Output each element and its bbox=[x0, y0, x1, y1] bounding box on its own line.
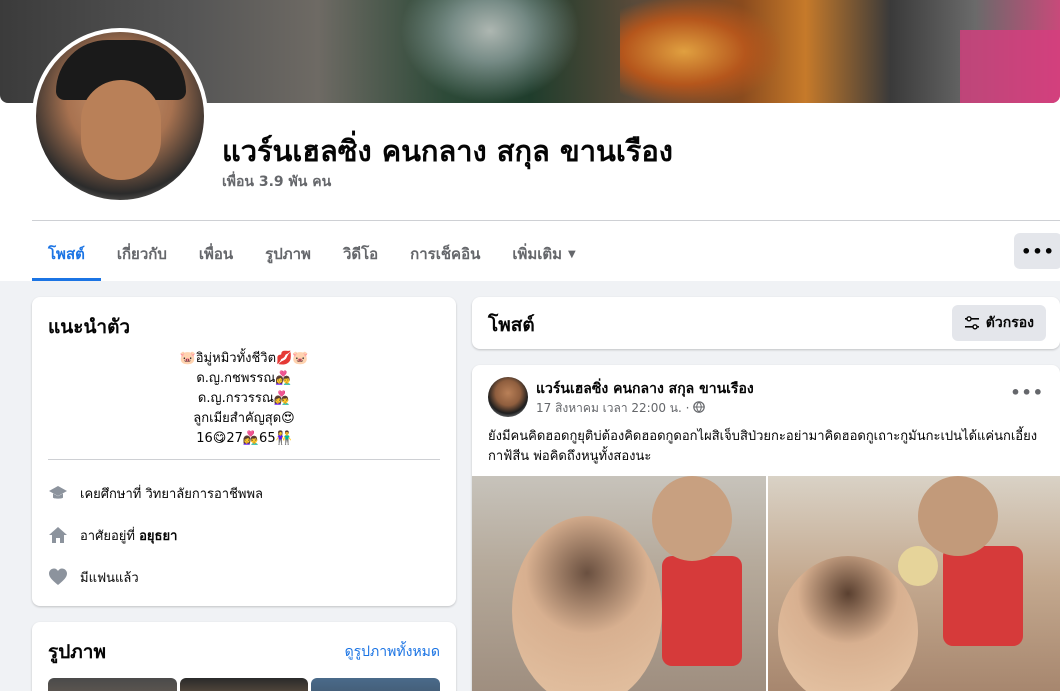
post-meta: 17 สิงหาคม เวลา 22:00 น. · bbox=[536, 399, 706, 418]
tab-more-label: เพิ่มเติม bbox=[512, 245, 563, 263]
bio-line: ด.ญ.กชพรรณ👩‍❤️‍👨 bbox=[196, 371, 292, 386]
bio-line: 🐷อิมู่หมิวทั้งชีวิต💋🐷 bbox=[179, 351, 309, 366]
profile-name: แวร์นเฮลซิ่ง คนกลาง สกุล ขานเรือง bbox=[222, 134, 673, 168]
see-all-photos-link[interactable]: ดูรูปภาพทั้งหมด bbox=[345, 641, 440, 663]
filter-button[interactable]: ตัวกรอง bbox=[951, 305, 1046, 341]
tab-friends-label: เพื่อน bbox=[198, 245, 234, 263]
photo-thumbnail[interactable] bbox=[179, 678, 309, 691]
bio-line: ลูกเมียสำคัญสุด😍 bbox=[193, 411, 295, 426]
tab-videos[interactable]: วิดีโอ bbox=[327, 230, 394, 278]
relationship-row: มีแฟนแล้ว bbox=[48, 565, 139, 589]
education-row: เคยศึกษาที่ วิทยาลัยการอาชีพพล bbox=[48, 481, 263, 505]
filter-label: ตัวกรอง bbox=[985, 315, 1034, 331]
bio-line: ด.ญ.กรวรรณ👩‍❤️‍👨 bbox=[197, 391, 291, 406]
tab-posts-label: โพสต์ bbox=[48, 245, 85, 263]
more-options-button[interactable]: ••• bbox=[1014, 233, 1060, 269]
filter-icon bbox=[964, 316, 979, 330]
tab-checkins-label: การเช็คอิน bbox=[410, 245, 481, 263]
profile-header: แวร์นเฮลซิ่ง คนกลาง สกุล ขานเรือง เพื่อน… bbox=[0, 0, 1060, 281]
tab-about-label: เกี่ยวกับ bbox=[116, 245, 167, 263]
tab-photos-label: รูปภาพ bbox=[265, 245, 311, 263]
bio-line: 16😋27👩‍❤️‍👨65👫 bbox=[196, 431, 292, 446]
relationship-status: มีแฟนแล้ว bbox=[80, 570, 139, 586]
intro-card: แนะนำตัว 🐷อิมู่หมิวทั้งชีวิต💋🐷 ด.ญ.กชพรร… bbox=[32, 297, 456, 606]
tab-more[interactable]: เพิ่มเติม ▼ bbox=[496, 230, 591, 278]
tab-photos[interactable]: รูปภาพ bbox=[249, 230, 327, 278]
post-author-avatar[interactable] bbox=[488, 377, 528, 417]
posts-header-card: โพสต์ ตัวกรอง bbox=[472, 297, 1060, 349]
heart-icon bbox=[48, 567, 68, 587]
post-photo[interactable] bbox=[472, 476, 766, 691]
post-text: ยังมีคนคิดฮอดกูยุติบ่ต้องคิดฮอดกูดอกไผสิ… bbox=[488, 429, 1038, 464]
profile-avatar[interactable] bbox=[32, 28, 208, 204]
globe-icon bbox=[693, 401, 706, 416]
photos-title: รูปภาพ bbox=[48, 641, 106, 663]
post-author-name[interactable]: แวร์นเฮลซิ่ง คนกลาง สกุล ขานเรือง bbox=[536, 378, 754, 400]
tab-posts[interactable]: โพสต์ bbox=[32, 230, 101, 281]
education-prefix: เคยศึกษาที่ bbox=[80, 486, 142, 502]
tab-friends[interactable]: เพื่อน bbox=[183, 230, 249, 278]
tab-checkins[interactable]: การเช็คอิน bbox=[394, 230, 496, 278]
post-photo[interactable] bbox=[768, 476, 1060, 691]
tab-about[interactable]: เกี่ยวกับ bbox=[101, 230, 183, 278]
education-place[interactable]: วิทยาลัยการอาชีพพล bbox=[145, 483, 263, 504]
location-prefix: อาศัยอยู่ที่ bbox=[80, 528, 135, 544]
home-icon bbox=[48, 525, 68, 545]
posts-title: โพสต์ bbox=[488, 314, 535, 336]
photo-thumbnails bbox=[48, 678, 441, 691]
photos-card: รูปภาพ ดูรูปภาพทั้งหมด bbox=[32, 622, 456, 691]
photo-thumbnail[interactable] bbox=[311, 678, 441, 691]
post-timestamp[interactable]: 17 สิงหาคม เวลา 22:00 น. · bbox=[536, 399, 689, 418]
header-divider bbox=[32, 220, 1060, 221]
post-options-button[interactable]: ••• bbox=[1010, 383, 1044, 402]
tab-videos-label: วิดีโอ bbox=[342, 245, 379, 263]
profile-tabs: โพสต์ เกี่ยวกับ เพื่อน รูปภาพ วิดีโอ การ… bbox=[32, 230, 592, 282]
friends-count[interactable]: เพื่อน 3.9 พัน คน bbox=[222, 171, 331, 193]
location-place[interactable]: อยุธยา bbox=[139, 525, 177, 546]
post-card: แวร์นเฮลซิ่ง คนกลาง สกุล ขานเรือง 17 สิง… bbox=[472, 365, 1060, 691]
intro-divider bbox=[48, 459, 440, 460]
location-row: อาศัยอยู่ที่ อยุธยา bbox=[48, 523, 177, 547]
photo-thumbnail[interactable] bbox=[48, 678, 177, 691]
intro-title: แนะนำตัว bbox=[48, 316, 131, 338]
graduation-cap-icon bbox=[48, 483, 68, 503]
caret-down-icon: ▼ bbox=[568, 248, 576, 260]
bio: 🐷อิมู่หมิวทั้งชีวิต💋🐷 ด.ญ.กชพรรณ👩‍❤️‍👨 ด… bbox=[48, 349, 440, 449]
